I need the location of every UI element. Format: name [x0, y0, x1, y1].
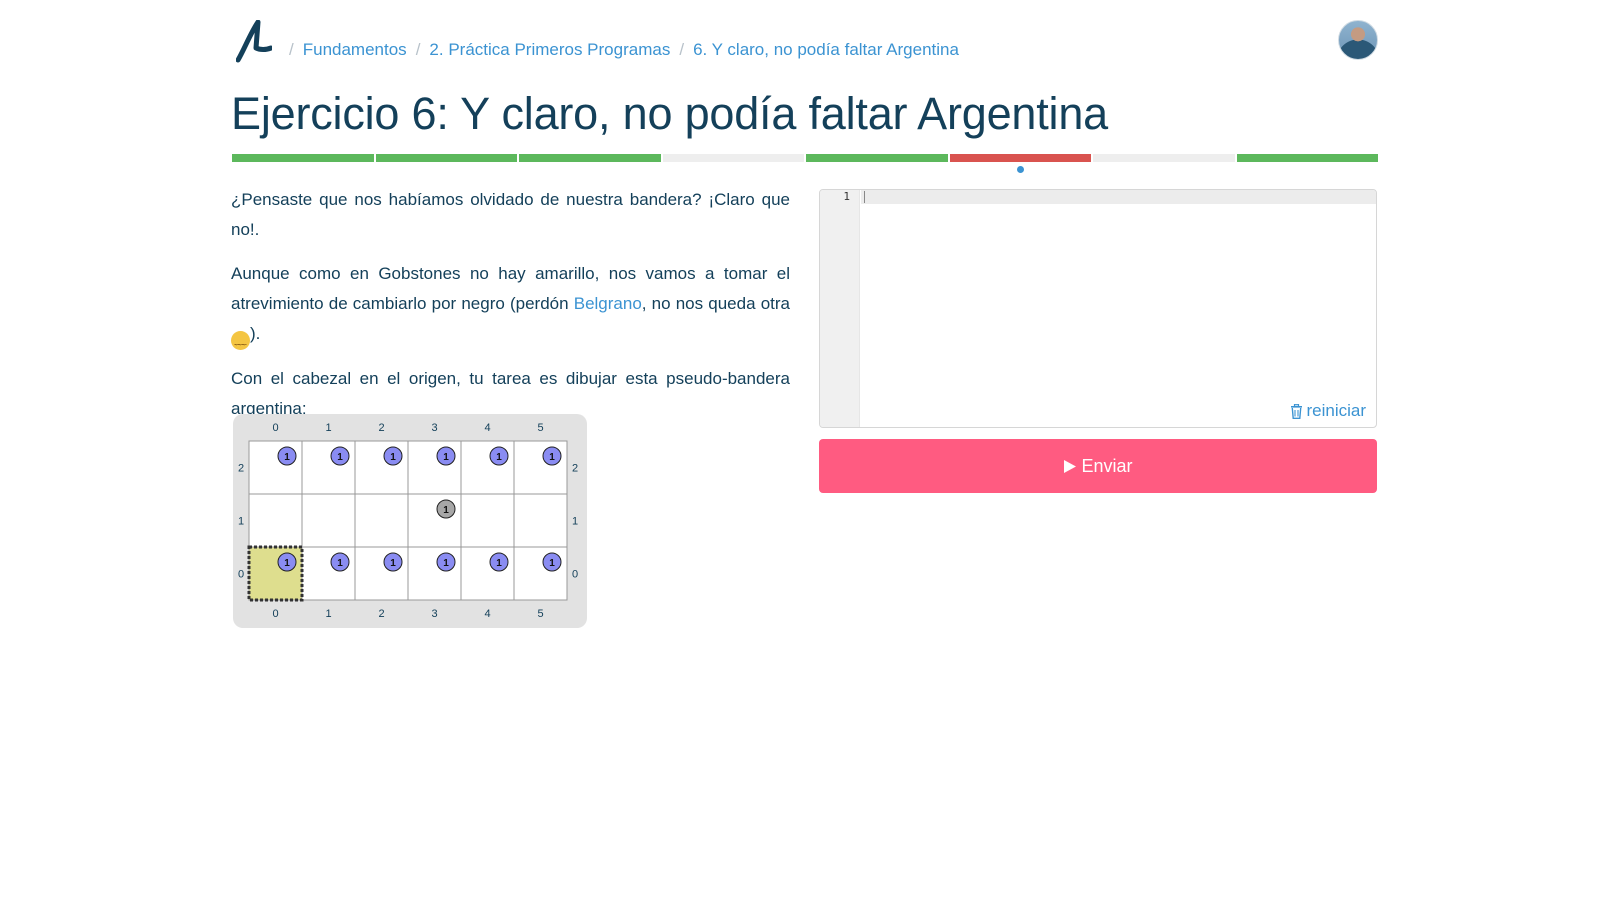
- board-grid: 0 0 1 1 2 2 3 3 4 4 5 5 2 2 1 1 0 0 1 1 1 1 1 1 1 1 1 1 1 1 1: [238, 422, 578, 620]
- row-label: 0: [238, 569, 244, 581]
- row-label: 2: [572, 463, 578, 475]
- progress-segment-passed[interactable]: [519, 154, 661, 162]
- breadcrumb-separator: /: [289, 40, 294, 59]
- board-cell: [460, 546, 515, 601]
- board-cell: [460, 440, 515, 495]
- progress-segment-passed[interactable]: [375, 154, 517, 162]
- row-label: 0: [572, 569, 578, 581]
- board-cell: [301, 546, 356, 601]
- trash-icon: [1291, 403, 1303, 419]
- line-number: 1: [843, 190, 850, 203]
- column-label: 3: [431, 608, 437, 620]
- submit-button[interactable]: Enviar: [819, 439, 1377, 493]
- stone-count: 1: [443, 505, 449, 516]
- breadcrumb-item-fundamentos[interactable]: Fundamentos: [303, 40, 407, 60]
- board-cell: [354, 493, 409, 548]
- column-label: 0: [272, 608, 278, 620]
- stone-count: 1: [284, 452, 290, 463]
- page-title: Ejercicio 6: Y claro, no podía faltar Ar…: [231, 88, 1108, 139]
- breadcrumb-separator: /: [679, 40, 685, 59]
- stone-count: 1: [443, 452, 449, 463]
- reset-label: reiniciar: [1306, 401, 1366, 420]
- user-avatar[interactable]: [1338, 20, 1378, 60]
- exercise-progress-bar: [232, 154, 1378, 162]
- row-label: 1: [572, 516, 578, 528]
- progress-segment-pending[interactable]: [662, 154, 804, 162]
- stone-count: 1: [337, 558, 343, 569]
- mumuki-logo[interactable]: [236, 20, 272, 64]
- progress-segment-passed[interactable]: [806, 154, 948, 162]
- row-label: 1: [238, 516, 244, 528]
- play-icon: [1064, 459, 1077, 473]
- column-label: 0: [272, 422, 278, 434]
- board-cell: [248, 493, 303, 548]
- stone-count: 1: [390, 452, 396, 463]
- stone-count: 1: [443, 558, 449, 569]
- stone-count: 1: [390, 558, 396, 569]
- board-cell: [513, 493, 568, 548]
- crying-face-icon: ﹏: [231, 331, 250, 350]
- board-cell: [248, 546, 303, 601]
- stone-count: 1: [337, 452, 343, 463]
- stone-count: 1: [549, 452, 555, 463]
- description-paragraph: Aunque como en Gobstones no hay amarillo…: [231, 259, 790, 350]
- progress-segment-failed[interactable]: [949, 154, 1091, 162]
- board-cell: [460, 493, 515, 548]
- belgrano-link[interactable]: Belgrano: [574, 294, 642, 313]
- breadcrumb-item-exercise[interactable]: 6. Y claro, no podía faltar Argentina: [693, 40, 959, 60]
- stone-count: 1: [549, 558, 555, 569]
- header: / Fundamentos / 2. Práctica Primeros Pro…: [232, 18, 1378, 82]
- board-cell: [407, 440, 462, 495]
- current-exercise-indicator: [1017, 166, 1024, 173]
- board-cell: [513, 546, 568, 601]
- column-label: 2: [378, 608, 384, 620]
- column-label: 4: [484, 608, 490, 620]
- board-cell: [301, 440, 356, 495]
- column-label: 3: [431, 422, 437, 434]
- column-label: 2: [378, 422, 384, 434]
- stone-count: 1: [496, 452, 502, 463]
- progress-segment-passed[interactable]: [1236, 154, 1378, 162]
- gobstones-board: 0 0 1 1 2 2 3 3 4 4 5 5 2 2 1 1 0 0 1 1 1 1 1 1 1 1 1 1 1 1 1: [233, 414, 587, 628]
- board-cell: [407, 546, 462, 601]
- board-cell: [407, 493, 462, 548]
- breadcrumb-item-chapter[interactable]: 2. Práctica Primeros Programas: [429, 40, 670, 60]
- column-label: 4: [484, 422, 490, 434]
- board-cell: [248, 440, 303, 495]
- column-label: 1: [325, 422, 331, 434]
- stone-count: 1: [496, 558, 502, 569]
- exercise-description: ¿Pensaste que nos habíamos olvidado de n…: [231, 185, 790, 438]
- code-input[interactable]: [861, 190, 1376, 427]
- column-label: 5: [537, 608, 543, 620]
- board-cell: [354, 440, 409, 495]
- breadcrumb: / Fundamentos / 2. Práctica Primeros Pro…: [280, 40, 959, 60]
- description-paragraph: ¿Pensaste que nos habíamos olvidado de n…: [231, 190, 790, 239]
- breadcrumb-separator: /: [415, 40, 421, 59]
- progress-segment-pending[interactable]: [1093, 154, 1235, 162]
- board-cell: [301, 493, 356, 548]
- code-editor[interactable]: 1 reiniciar: [819, 189, 1377, 428]
- reset-button[interactable]: reiniciar: [1290, 401, 1366, 421]
- column-label: 1: [325, 608, 331, 620]
- progress-segment-passed[interactable]: [232, 154, 374, 162]
- row-label: 2: [238, 463, 244, 475]
- board-cell: [354, 546, 409, 601]
- column-label: 5: [537, 422, 543, 434]
- stone-count: 1: [284, 558, 290, 569]
- editor-gutter: 1: [820, 190, 860, 427]
- board-cell: [513, 440, 568, 495]
- submit-label: Enviar: [1081, 455, 1133, 476]
